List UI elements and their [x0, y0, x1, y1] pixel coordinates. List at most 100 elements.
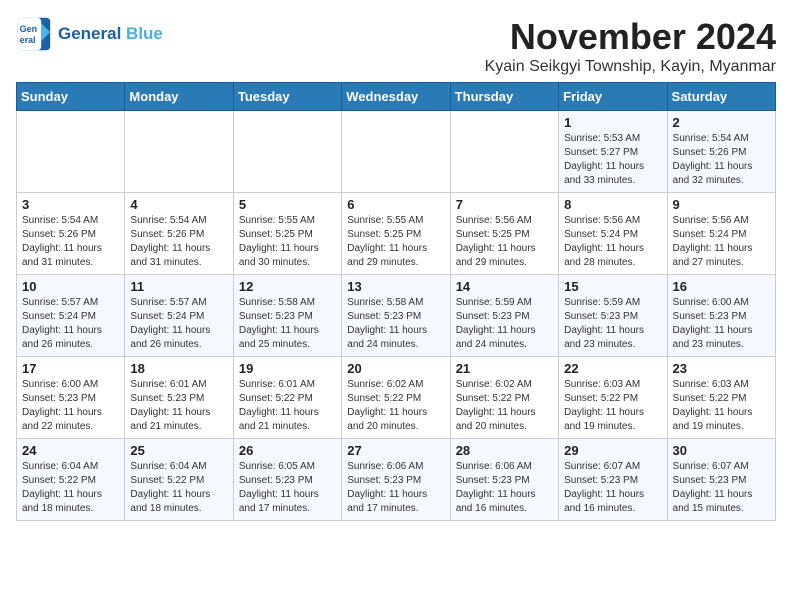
- calendar-day-cell: 3 Sunrise: 5:54 AMSunset: 5:26 PMDayligh…: [17, 193, 125, 275]
- calendar-day-cell: 19 Sunrise: 6:01 AMSunset: 5:22 PMDaylig…: [233, 357, 341, 439]
- day-number: 5: [239, 197, 336, 212]
- day-number: 4: [130, 197, 227, 212]
- weekday-header-tuesday: Tuesday: [233, 83, 341, 111]
- day-number: 20: [347, 361, 444, 376]
- day-info: Sunrise: 5:55 AMSunset: 5:25 PMDaylight:…: [239, 215, 319, 268]
- day-info: Sunrise: 5:59 AMSunset: 5:23 PMDaylight:…: [564, 297, 644, 350]
- day-number: 6: [347, 197, 444, 212]
- calendar-day-cell: 22 Sunrise: 6:03 AMSunset: 5:22 PMDaylig…: [559, 357, 667, 439]
- day-info: Sunrise: 5:54 AMSunset: 5:26 PMDaylight:…: [22, 215, 102, 268]
- day-number: 28: [456, 443, 553, 458]
- empty-cell: [233, 111, 341, 193]
- weekday-header-sunday: Sunday: [17, 83, 125, 111]
- empty-cell: [17, 111, 125, 193]
- calendar-day-cell: 28 Sunrise: 6:06 AMSunset: 5:23 PMDaylig…: [450, 439, 558, 521]
- day-info: Sunrise: 5:58 AMSunset: 5:23 PMDaylight:…: [347, 297, 427, 350]
- calendar-day-cell: 17 Sunrise: 6:00 AMSunset: 5:23 PMDaylig…: [17, 357, 125, 439]
- calendar-day-cell: 16 Sunrise: 6:00 AMSunset: 5:23 PMDaylig…: [667, 275, 775, 357]
- calendar-day-cell: 15 Sunrise: 5:59 AMSunset: 5:23 PMDaylig…: [559, 275, 667, 357]
- calendar-day-cell: 8 Sunrise: 5:56 AMSunset: 5:24 PMDayligh…: [559, 193, 667, 275]
- logo-area: Gen eral General Blue: [16, 16, 163, 52]
- calendar-day-cell: 30 Sunrise: 6:07 AMSunset: 5:23 PMDaylig…: [667, 439, 775, 521]
- day-number: 23: [673, 361, 770, 376]
- day-number: 15: [564, 279, 661, 294]
- calendar-day-cell: 2 Sunrise: 5:54 AMSunset: 5:26 PMDayligh…: [667, 111, 775, 193]
- calendar-day-cell: 9 Sunrise: 5:56 AMSunset: 5:24 PMDayligh…: [667, 193, 775, 275]
- header: Gen eral General Blue November 2024 Kyai…: [16, 16, 776, 76]
- weekday-header-wednesday: Wednesday: [342, 83, 450, 111]
- day-info: Sunrise: 6:01 AMSunset: 5:22 PMDaylight:…: [239, 379, 319, 432]
- day-number: 1: [564, 115, 661, 130]
- calendar-day-cell: 25 Sunrise: 6:04 AMSunset: 5:22 PMDaylig…: [125, 439, 233, 521]
- calendar-day-cell: 23 Sunrise: 6:03 AMSunset: 5:22 PMDaylig…: [667, 357, 775, 439]
- day-number: 19: [239, 361, 336, 376]
- calendar-day-cell: 1 Sunrise: 5:53 AMSunset: 5:27 PMDayligh…: [559, 111, 667, 193]
- day-number: 30: [673, 443, 770, 458]
- day-number: 26: [239, 443, 336, 458]
- calendar-table: SundayMondayTuesdayWednesdayThursdayFrid…: [16, 82, 776, 521]
- day-info: Sunrise: 6:07 AMSunset: 5:23 PMDaylight:…: [564, 461, 644, 514]
- day-number: 29: [564, 443, 661, 458]
- day-number: 10: [22, 279, 119, 294]
- calendar-day-cell: 26 Sunrise: 6:05 AMSunset: 5:23 PMDaylig…: [233, 439, 341, 521]
- day-number: 18: [130, 361, 227, 376]
- day-info: Sunrise: 5:59 AMSunset: 5:23 PMDaylight:…: [456, 297, 536, 350]
- day-number: 3: [22, 197, 119, 212]
- svg-text:Gen: Gen: [20, 24, 38, 34]
- day-info: Sunrise: 6:03 AMSunset: 5:22 PMDaylight:…: [673, 379, 753, 432]
- day-info: Sunrise: 6:03 AMSunset: 5:22 PMDaylight:…: [564, 379, 644, 432]
- day-info: Sunrise: 5:56 AMSunset: 5:24 PMDaylight:…: [564, 215, 644, 268]
- day-number: 11: [130, 279, 227, 294]
- day-info: Sunrise: 6:01 AMSunset: 5:23 PMDaylight:…: [130, 379, 210, 432]
- day-info: Sunrise: 5:53 AMSunset: 5:27 PMDaylight:…: [564, 133, 644, 186]
- calendar-day-cell: 18 Sunrise: 6:01 AMSunset: 5:23 PMDaylig…: [125, 357, 233, 439]
- svg-text:eral: eral: [20, 35, 36, 45]
- day-number: 22: [564, 361, 661, 376]
- day-number: 24: [22, 443, 119, 458]
- calendar-day-cell: 12 Sunrise: 5:58 AMSunset: 5:23 PMDaylig…: [233, 275, 341, 357]
- calendar-day-cell: 29 Sunrise: 6:07 AMSunset: 5:23 PMDaylig…: [559, 439, 667, 521]
- calendar-day-cell: 21 Sunrise: 6:02 AMSunset: 5:22 PMDaylig…: [450, 357, 558, 439]
- weekday-header-monday: Monday: [125, 83, 233, 111]
- day-info: Sunrise: 5:54 AMSunset: 5:26 PMDaylight:…: [130, 215, 210, 268]
- day-info: Sunrise: 5:55 AMSunset: 5:25 PMDaylight:…: [347, 215, 427, 268]
- location: Kyain Seikgyi Township, Kayin, Myanmar: [485, 58, 776, 76]
- title-area: November 2024 Kyain Seikgyi Township, Ka…: [485, 16, 776, 76]
- day-info: Sunrise: 6:00 AMSunset: 5:23 PMDaylight:…: [22, 379, 102, 432]
- day-number: 12: [239, 279, 336, 294]
- empty-cell: [342, 111, 450, 193]
- calendar-week-row: 24 Sunrise: 6:04 AMSunset: 5:22 PMDaylig…: [17, 439, 776, 521]
- calendar-week-row: 3 Sunrise: 5:54 AMSunset: 5:26 PMDayligh…: [17, 193, 776, 275]
- day-info: Sunrise: 6:02 AMSunset: 5:22 PMDaylight:…: [347, 379, 427, 432]
- day-number: 8: [564, 197, 661, 212]
- calendar-week-row: 1 Sunrise: 5:53 AMSunset: 5:27 PMDayligh…: [17, 111, 776, 193]
- weekday-header-thursday: Thursday: [450, 83, 558, 111]
- day-info: Sunrise: 5:57 AMSunset: 5:24 PMDaylight:…: [22, 297, 102, 350]
- day-number: 21: [456, 361, 553, 376]
- calendar-day-cell: 5 Sunrise: 5:55 AMSunset: 5:25 PMDayligh…: [233, 193, 341, 275]
- calendar-day-cell: 20 Sunrise: 6:02 AMSunset: 5:22 PMDaylig…: [342, 357, 450, 439]
- calendar-day-cell: 6 Sunrise: 5:55 AMSunset: 5:25 PMDayligh…: [342, 193, 450, 275]
- weekday-header-friday: Friday: [559, 83, 667, 111]
- calendar-day-cell: 11 Sunrise: 5:57 AMSunset: 5:24 PMDaylig…: [125, 275, 233, 357]
- day-number: 9: [673, 197, 770, 212]
- day-info: Sunrise: 5:57 AMSunset: 5:24 PMDaylight:…: [130, 297, 210, 350]
- empty-cell: [125, 111, 233, 193]
- calendar-day-cell: 13 Sunrise: 5:58 AMSunset: 5:23 PMDaylig…: [342, 275, 450, 357]
- weekday-header-row: SundayMondayTuesdayWednesdayThursdayFrid…: [17, 83, 776, 111]
- day-info: Sunrise: 6:02 AMSunset: 5:22 PMDaylight:…: [456, 379, 536, 432]
- day-info: Sunrise: 6:04 AMSunset: 5:22 PMDaylight:…: [130, 461, 210, 514]
- day-number: 14: [456, 279, 553, 294]
- day-number: 2: [673, 115, 770, 130]
- day-info: Sunrise: 5:56 AMSunset: 5:24 PMDaylight:…: [673, 215, 753, 268]
- empty-cell: [450, 111, 558, 193]
- calendar-day-cell: 7 Sunrise: 5:56 AMSunset: 5:25 PMDayligh…: [450, 193, 558, 275]
- day-info: Sunrise: 6:07 AMSunset: 5:23 PMDaylight:…: [673, 461, 753, 514]
- logo-text: General Blue: [58, 25, 163, 44]
- day-number: 13: [347, 279, 444, 294]
- day-number: 25: [130, 443, 227, 458]
- day-number: 17: [22, 361, 119, 376]
- day-number: 7: [456, 197, 553, 212]
- day-info: Sunrise: 6:00 AMSunset: 5:23 PMDaylight:…: [673, 297, 753, 350]
- calendar-day-cell: 24 Sunrise: 6:04 AMSunset: 5:22 PMDaylig…: [17, 439, 125, 521]
